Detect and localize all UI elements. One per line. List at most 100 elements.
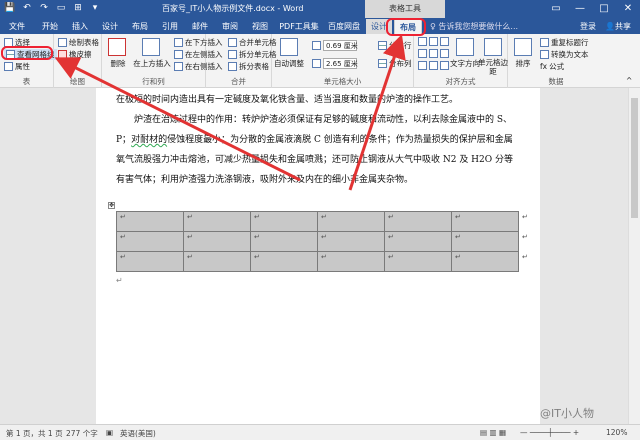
tell-me-search[interactable]: ♀ 告诉我您想要做什么... (430, 21, 518, 32)
table-cell[interactable]: ↵ (116, 251, 184, 272)
minimize-button[interactable]: — (568, 0, 592, 18)
table-cell[interactable]: ↵ (317, 231, 385, 252)
table-row: ↵ ↵ ↵ ↵ ↵ ↵ ↵ (116, 231, 531, 252)
column-width-field[interactable]: 2.65 厘米 (312, 58, 358, 69)
table-cell[interactable]: ↵ (250, 231, 318, 252)
customize-qat-icon[interactable]: ▾ (88, 2, 102, 15)
table-cell[interactable]: ↵ (384, 211, 452, 232)
text-direction-label[interactable]: 文字方向 (448, 58, 482, 69)
align-grid-middle[interactable] (418, 49, 449, 58)
tab-file[interactable]: 文件 (2, 19, 32, 34)
table-cell[interactable]: ↵ (183, 231, 251, 252)
split-cells-button[interactable]: 拆分单元格 (228, 49, 277, 60)
share-button[interactable]: 👤共享 (605, 21, 631, 32)
login-button[interactable]: 登录 (580, 21, 596, 32)
tab-view[interactable]: 视图 (246, 19, 274, 34)
zoom-level[interactable]: 120% (606, 428, 627, 437)
formula-icon: fx (540, 62, 548, 71)
table-cell[interactable]: ↵ (183, 251, 251, 272)
merge-cells-button[interactable]: 合并单元格 (228, 37, 277, 48)
ribbon-display-icon[interactable]: ▭ (544, 0, 568, 18)
row-height-icon (312, 41, 321, 50)
close-button[interactable]: ✕ (616, 0, 640, 18)
align-middle-right-icon (440, 49, 449, 58)
paragraph-1: 在极短的时间内造出具有一定碱度及氧化铁含量、适当温度和数量的炉渣的操作工艺。 (116, 95, 459, 105)
repeat-header-button[interactable]: 重复标题行 (540, 37, 589, 48)
text-direction-icon[interactable] (456, 38, 474, 56)
table-cell[interactable]: ↵ (116, 231, 184, 252)
tab-home[interactable]: 开始 (36, 19, 64, 34)
document-table[interactable]: ↵ ↵ ↵ ↵ ↵ ↵ ↵ ↵ ↵ ↵ ↵ ↵ ↵ ↵ ↵ ↵ ↵ ↵ ↵ ↵ … (116, 211, 531, 272)
scrollbar-thumb[interactable] (631, 98, 638, 218)
table-cell[interactable]: ↵ (250, 251, 318, 272)
language[interactable]: 英语(美国) (120, 428, 156, 439)
cell-margins-label[interactable]: 单元格边距 (478, 58, 508, 76)
merge-cells-label: 合并单元格 (239, 38, 277, 47)
collapse-ribbon-icon[interactable]: ^ (626, 76, 632, 85)
redo-icon[interactable]: ↷ (37, 2, 51, 15)
tab-review[interactable]: 审阅 (216, 19, 244, 34)
status-bar: 第 1 页，共 1 页 277 个字 ▣ 英语(美国) ▤ ▥ ▦ — ────… (0, 424, 640, 440)
document-page[interactable]: 在极短的时间内造出具有一定碱度及氧化铁含量、适当温度和数量的炉渣的操作工艺。 炉… (96, 88, 540, 424)
new-document-icon[interactable]: ▭ (54, 2, 68, 15)
insert-above-icon[interactable] (142, 38, 160, 56)
watermark: @IT小人物 (540, 407, 594, 420)
tab-design[interactable]: 设计 (96, 19, 124, 34)
tab-baidu-netdisk[interactable]: 百度网盘 (324, 19, 364, 34)
cell-margins-icon[interactable] (484, 38, 502, 56)
ribbon: 选择 查看网格线 属性 表 绘制表格 橡皮擦 绘图 删除 在上方插入 在下方插入… (0, 34, 640, 88)
align-grid-top[interactable] (418, 37, 449, 46)
properties-button[interactable]: 属性 (4, 61, 30, 72)
save-icon[interactable]: 💾 (3, 2, 17, 15)
table-cell[interactable]: ↵ (384, 231, 452, 252)
table-icon[interactable]: ⊞ (71, 2, 85, 15)
tab-layout[interactable]: 布局 (126, 19, 154, 34)
table-cell[interactable]: ↵ (451, 231, 519, 252)
delete-button-label[interactable]: 删除 (104, 58, 132, 69)
tab-pdf-tools[interactable]: PDF工具集 (276, 19, 322, 34)
convert-text-label: 转换为文本 (551, 50, 589, 59)
vertical-scrollbar[interactable] (628, 88, 640, 424)
row-height-value[interactable]: 0.69 厘米 (323, 40, 358, 51)
autofit-label[interactable]: 自动调整 (272, 58, 306, 69)
table-cell[interactable]: ↵ (116, 211, 184, 232)
insert-above-label[interactable]: 在上方插入 (132, 58, 172, 69)
title-bar: 💾 ↶ ↷ ▭ ⊞ ▾ 百家号_IT小人物示例文件.docx - Word 表格… (0, 0, 640, 18)
table-cell[interactable]: ↵ (183, 211, 251, 232)
properties-label: 属性 (15, 62, 30, 71)
tab-insert[interactable]: 插入 (66, 19, 94, 34)
proofing-icon[interactable]: ▣ (106, 428, 113, 437)
tab-references[interactable]: 引用 (156, 19, 184, 34)
delete-table-icon[interactable] (108, 38, 126, 56)
table-cell[interactable]: ↵ (451, 211, 519, 232)
split-table-button[interactable]: 拆分表格 (228, 61, 269, 72)
row-end-mark: ↵ (517, 211, 531, 232)
group-label-cell-size: 单元格大小 (323, 77, 362, 86)
undo-icon[interactable]: ↶ (20, 2, 34, 15)
table-cell[interactable]: ↵ (250, 211, 318, 232)
view-buttons[interactable]: ▤ ▥ ▦ (480, 428, 506, 437)
align-grid-bottom[interactable] (418, 61, 449, 70)
zoom-slider[interactable]: — ────┼──── + (520, 428, 579, 437)
row-height-field[interactable]: 0.69 厘米 (312, 40, 358, 51)
draw-table-button[interactable]: 绘制表格 (58, 37, 99, 48)
maximize-button[interactable]: □ (592, 0, 616, 18)
convert-to-text-button[interactable]: 转换为文本 (540, 49, 589, 60)
table-cell[interactable]: ↵ (384, 251, 452, 272)
page-count[interactable]: 第 1 页，共 1 页 (6, 428, 63, 439)
table-cell[interactable]: ↵ (451, 251, 519, 272)
eraser-button[interactable]: 橡皮擦 (58, 49, 92, 60)
table-move-handle[interactable]: ✥ (108, 202, 115, 209)
distribute-cols-icon (378, 59, 387, 68)
word-count[interactable]: 277 个字 (66, 428, 98, 439)
sort-label[interactable]: 排序 (510, 58, 536, 69)
sort-icon[interactable] (514, 38, 532, 56)
table-cell[interactable]: ↵ (317, 251, 385, 272)
table-cell[interactable]: ↵ (317, 211, 385, 232)
autofit-icon[interactable] (280, 38, 298, 56)
distribute-cols-button[interactable]: 分布列 (378, 58, 412, 69)
distribute-rows-button[interactable]: 分布行 (378, 40, 412, 51)
tab-mailings[interactable]: 邮件 (186, 19, 214, 34)
formula-button[interactable]: fx 公式 (540, 61, 564, 72)
column-width-value[interactable]: 2.65 厘米 (323, 58, 358, 69)
